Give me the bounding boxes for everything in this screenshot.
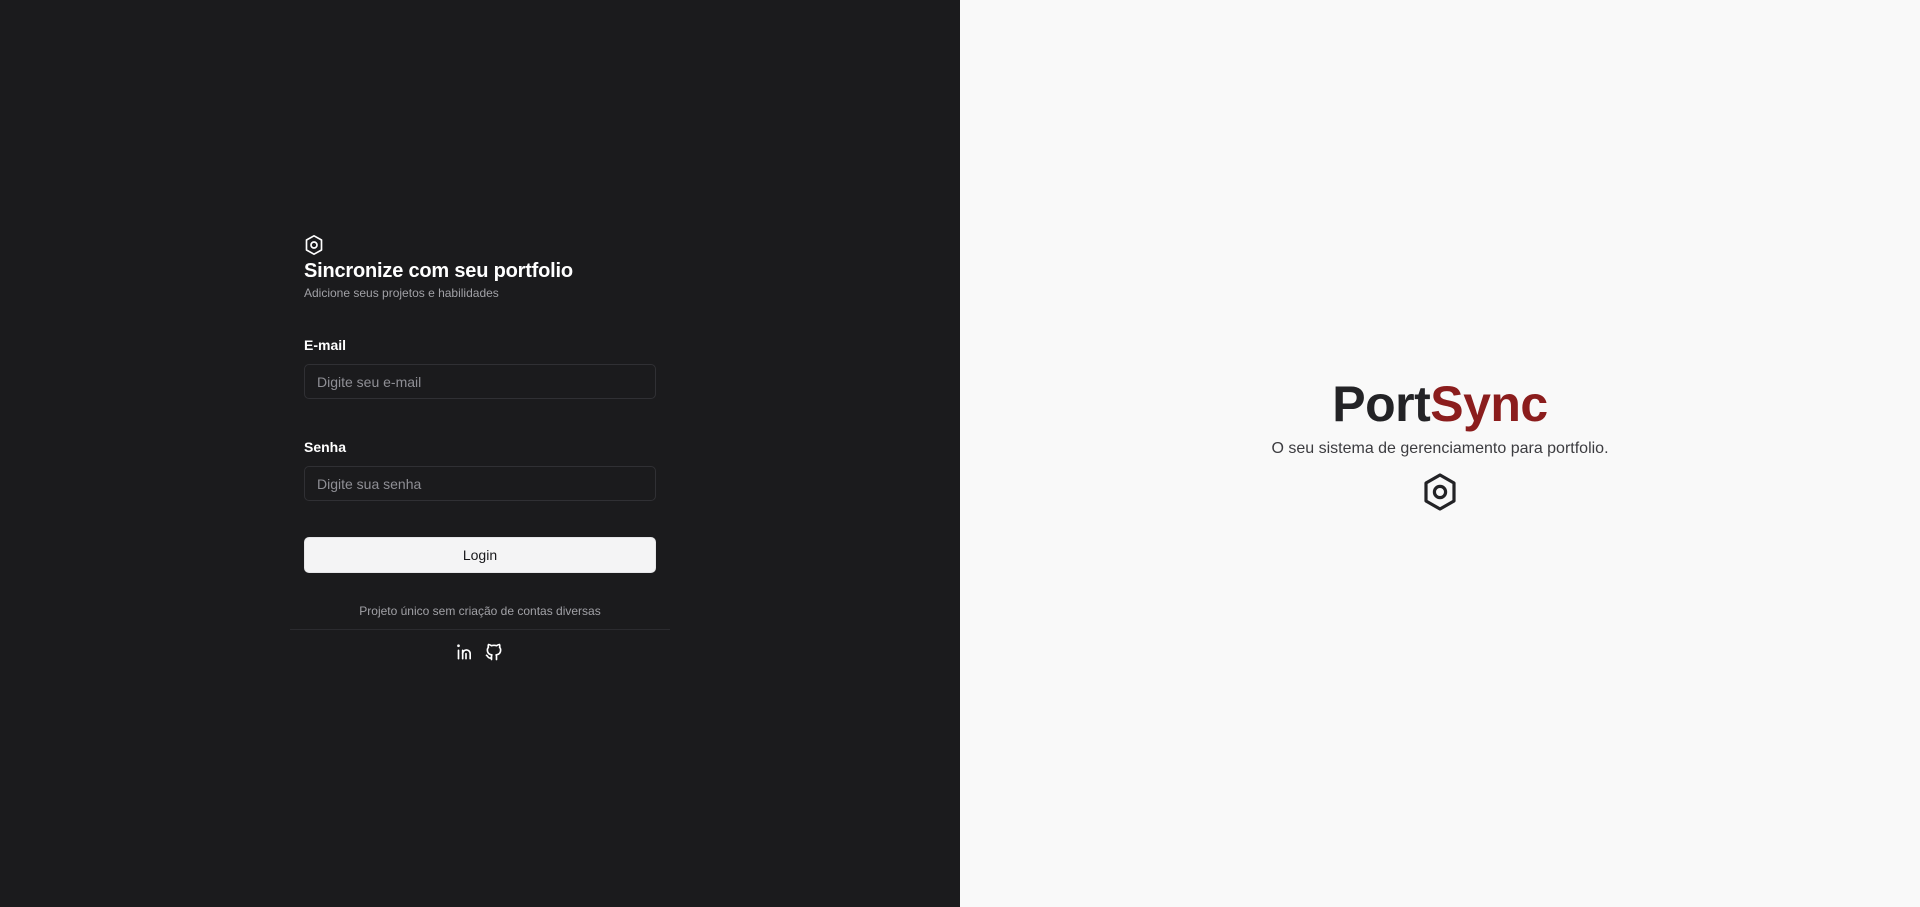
social-links (304, 642, 656, 662)
hero-panel: PortSync O seu sistema de gerenciamento … (960, 0, 1920, 907)
email-label: E-mail (304, 337, 347, 353)
password-label: Senha (304, 439, 347, 455)
github-icon (485, 643, 502, 661)
page-subtitle: Adicione seus projetos e habilidades (304, 286, 499, 300)
github-link[interactable] (484, 642, 504, 662)
footnote-text: Projeto único sem criação de contas dive… (359, 604, 601, 618)
email-field[interactable] (304, 364, 656, 399)
linkedin-icon (457, 644, 471, 660)
hexagon-nut-icon (1424, 473, 1456, 511)
linkedin-link[interactable] (456, 642, 476, 662)
password-field[interactable] (304, 466, 656, 501)
divider (290, 629, 670, 630)
login-button[interactable]: Login (304, 537, 656, 573)
hexagon-nut-icon (305, 234, 323, 255)
app-logo: PortSync (1332, 374, 1548, 434)
logo-text-sync: Sync (1430, 376, 1548, 432)
logo-text-port: Port (1332, 376, 1431, 432)
login-panel: Sincronize com seu portfolio Adicione se… (0, 0, 960, 907)
tagline: O seu sistema de gerenciamento para port… (1271, 440, 1609, 457)
page-title: Sincronize com seu portfolio (304, 260, 573, 282)
login-form: Sincronize com seu portfolio Adicione se… (290, 234, 670, 662)
